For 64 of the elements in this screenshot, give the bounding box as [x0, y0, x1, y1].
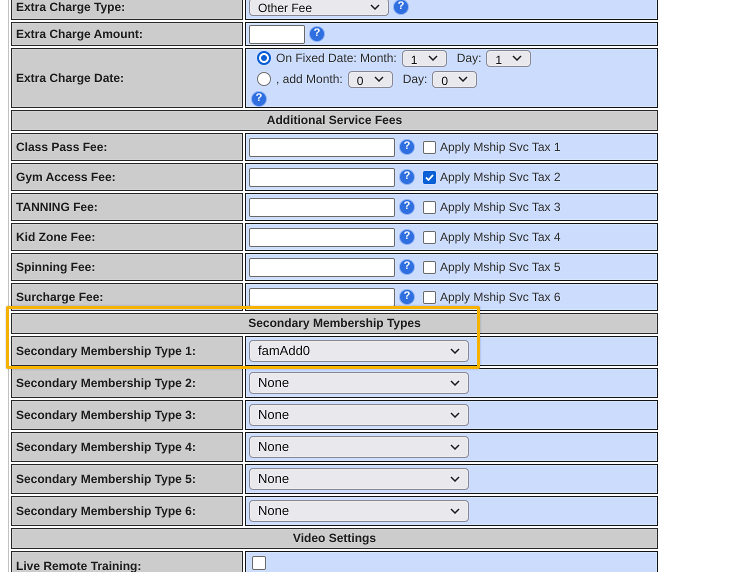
field-label: Kid Zone Fee: — [16, 229, 96, 246]
field-label: TANNING Fee: — [16, 199, 98, 216]
help-icon[interactable]: ? — [399, 229, 415, 245]
field-label: Class Pass Fee: — [16, 139, 108, 156]
checkbox[interactable] — [423, 260, 436, 274]
day-dropdown[interactable]: 0 — [432, 70, 478, 88]
tax-label: Apply Mship Svc Tax 2 — [440, 169, 560, 186]
help-icon[interactable]: ? — [399, 139, 415, 155]
membership-dropdown[interactable]: None — [249, 468, 469, 490]
membership-dropdown[interactable]: None — [249, 436, 469, 458]
tax-label: Apply Mship Svc Tax 6 — [440, 289, 560, 306]
field-label: Surcharge Fee: — [16, 289, 104, 306]
amount-input[interactable] — [249, 24, 305, 44]
day-dropdown[interactable]: 1 — [486, 50, 532, 66]
option-label: , add Month: — [276, 71, 343, 88]
tax-label: Apply Mship Svc Tax 1 — [440, 139, 560, 156]
help-icon[interactable]: ? — [399, 289, 415, 305]
membership-dropdown[interactable]: None — [249, 500, 469, 522]
membership-dropdown[interactable]: famAdd0 — [249, 340, 469, 362]
field-label: Secondary Membership Type 6: — [16, 503, 196, 520]
help-icon[interactable]: ? — [251, 91, 267, 107]
field-label: Extra Charge Amount: — [16, 26, 143, 43]
day-label: Day: — [456, 50, 482, 67]
membership-dropdown[interactable]: None — [249, 372, 469, 394]
section-header: Secondary Membership Types — [11, 313, 658, 334]
radio-button[interactable] — [257, 51, 271, 65]
field-label: Secondary Membership Type 2: — [16, 375, 196, 392]
help-icon[interactable]: ? — [399, 259, 415, 275]
month-dropdown[interactable]: 1 — [402, 50, 447, 66]
checkbox[interactable] — [252, 556, 266, 570]
checkbox[interactable] — [423, 140, 436, 154]
tax-label: Apply Mship Svc Tax 5 — [440, 259, 560, 276]
checkbox[interactable] — [423, 290, 436, 304]
help-icon[interactable]: ? — [309, 26, 325, 42]
fee-input[interactable] — [249, 138, 395, 156]
help-icon[interactable]: ? — [393, 0, 409, 15]
radio-button[interactable] — [257, 72, 271, 86]
fee-input[interactable] — [249, 258, 395, 276]
fee-input[interactable] — [249, 168, 395, 186]
field-label: Secondary Membership Type 4: — [16, 439, 196, 456]
help-icon[interactable]: ? — [399, 199, 415, 215]
section-header: Additional Service Fees — [11, 110, 658, 131]
field-label: Extra Charge Date: — [16, 70, 124, 87]
checkbox[interactable] — [423, 170, 436, 184]
field-label: Secondary Membership Type 3: — [16, 407, 196, 424]
field-label: Extra Charge Type: — [16, 0, 126, 16]
checkbox[interactable] — [423, 200, 436, 214]
type-dropdown[interactable]: Other Fee — [249, 0, 389, 16]
field-label: Secondary Membership Type 1: — [16, 343, 196, 360]
checkbox[interactable] — [423, 230, 436, 244]
tax-label: Apply Mship Svc Tax 4 — [440, 229, 560, 246]
fee-input[interactable] — [249, 228, 395, 246]
fee-input[interactable] — [249, 288, 395, 306]
month-dropdown[interactable]: 0 — [348, 70, 393, 88]
option-label: On Fixed Date: Month: — [276, 50, 397, 67]
fee-input[interactable] — [249, 198, 395, 216]
field-label: Spinning Fee: — [16, 259, 96, 276]
day-label: Day: — [402, 71, 428, 88]
field-label: Gym Access Fee: — [16, 169, 116, 186]
field-label: Secondary Membership Type 5: — [16, 471, 196, 488]
tax-label: Apply Mship Svc Tax 3 — [440, 199, 560, 216]
help-icon[interactable]: ? — [399, 169, 415, 185]
membership-dropdown[interactable]: None — [249, 404, 469, 426]
section-header: Video Settings — [11, 528, 658, 549]
